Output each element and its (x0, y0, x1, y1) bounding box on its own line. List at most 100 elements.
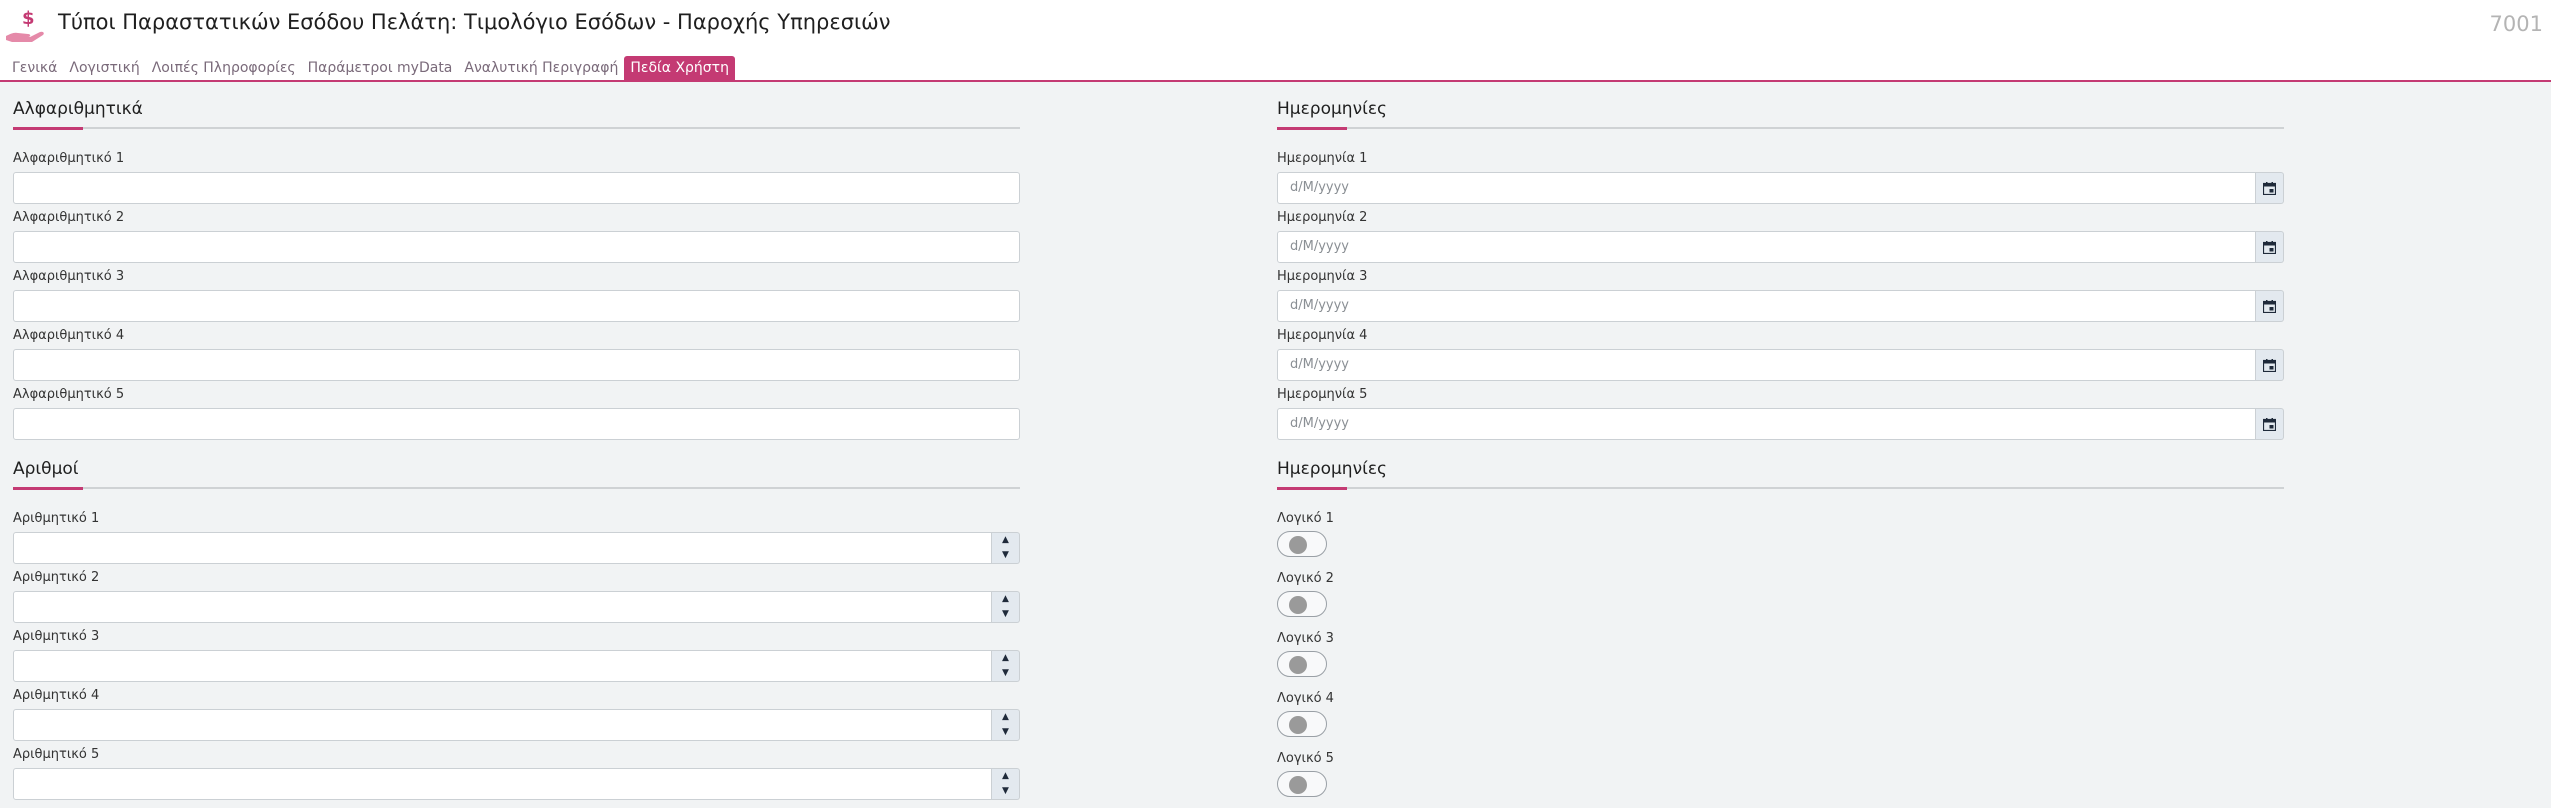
field-label: Λογικό 5 (1277, 751, 1334, 766)
calendar-icon[interactable] (2256, 231, 2284, 263)
tab-accounting[interactable]: Λογιστική (63, 56, 145, 80)
tab-user-fields[interactable]: Πεδία Χρήστη (624, 56, 735, 80)
alpha-section: Αλφαριθμητικά (13, 97, 1020, 130)
field-label: Λογικό 3 (1277, 631, 1334, 646)
spin-up-icon[interactable]: ▲ (992, 533, 1019, 548)
toggle-switch-5[interactable] (1277, 771, 1327, 797)
tab-detailed-description[interactable]: Αναλυτική Περιγραφή (458, 56, 624, 80)
field-label: Αλφαριθμητικό 3 (13, 269, 125, 284)
section-title: Ημερομηνίες (1277, 459, 1387, 479)
toggle-knob (1289, 596, 1307, 614)
field-label: Αριθμητικό 1 (13, 511, 100, 526)
number-field-1: Αριθμητικό 1 ▲ ▼ (13, 510, 1020, 564)
section-divider (13, 487, 1020, 490)
date-field-4: Ημερομηνία 4 d/M/yyyy (1277, 327, 2284, 381)
field-label: Λογικό 1 (1277, 511, 1334, 526)
section-divider (1277, 127, 2284, 130)
field-label: Αριθμητικό 2 (13, 570, 100, 585)
spin-up-icon[interactable]: ▲ (992, 710, 1019, 725)
toggle-knob (1289, 776, 1307, 794)
number-input-2[interactable] (13, 591, 992, 623)
number-spinner: ▲ ▼ (992, 709, 1020, 741)
alpha-field-1: Αλφαριθμητικό 1 (13, 150, 1020, 204)
field-label: Ημερομηνία 2 (1277, 210, 1368, 225)
alpha-input-4[interactable] (13, 349, 1020, 381)
date-field-2: Ημερομηνία 2 d/M/yyyy (1277, 209, 2284, 263)
date-field-5: Ημερομηνία 5 d/M/yyyy (1277, 386, 2284, 440)
tab-general[interactable]: Γενικά (8, 56, 63, 80)
number-spinner: ▲ ▼ (992, 650, 1020, 682)
number-input-1[interactable] (13, 532, 992, 564)
date-input-2[interactable]: d/M/yyyy (1277, 231, 2256, 263)
field-label: Ημερομηνία 1 (1277, 151, 1368, 166)
page-header: $ Τύποι Παραστατικών Εσόδου Πελάτη: Τιμο… (0, 0, 2551, 50)
date-input-4[interactable]: d/M/yyyy (1277, 349, 2256, 381)
field-label: Λογικό 2 (1277, 571, 1334, 586)
toggle-switch-2[interactable] (1277, 591, 1327, 617)
section-title: Ημερομηνίες (1277, 99, 1387, 119)
hand-dollar-icon: $ (4, 6, 48, 44)
section-title: Αλφαριθμητικά (13, 99, 143, 119)
field-label: Αριθμητικό 5 (13, 747, 100, 762)
field-label: Αλφαριθμητικό 5 (13, 387, 125, 402)
number-field-5: Αριθμητικό 5 ▲ ▼ (13, 746, 1020, 800)
date-input-3[interactable]: d/M/yyyy (1277, 290, 2256, 322)
spin-down-icon[interactable]: ▼ (992, 548, 1019, 563)
spin-down-icon[interactable]: ▼ (992, 666, 1019, 681)
alpha-input-1[interactable] (13, 172, 1020, 204)
svg-text:$: $ (22, 8, 35, 29)
spin-up-icon[interactable]: ▲ (992, 769, 1019, 784)
field-label: Αριθμητικό 3 (13, 629, 100, 644)
section-divider (1277, 487, 2284, 490)
bool-field-3: Λογικό 3 (1277, 630, 1334, 677)
alpha-field-4: Αλφαριθμητικό 4 (13, 327, 1020, 381)
alpha-input-2[interactable] (13, 231, 1020, 263)
dates-section: Ημερομηνίες (1277, 97, 2284, 130)
date-input-5[interactable]: d/M/yyyy (1277, 408, 2256, 440)
calendar-icon[interactable] (2256, 349, 2284, 381)
spin-down-icon[interactable]: ▼ (992, 607, 1019, 622)
alpha-input-3[interactable] (13, 290, 1020, 322)
alpha-field-2: Αλφαριθμητικό 2 (13, 209, 1020, 263)
field-label: Αλφαριθμητικό 1 (13, 151, 125, 166)
tab-other-info[interactable]: Λοιπές Πληροφορίες (146, 56, 302, 80)
tab-mydata-params[interactable]: Παράμετροι myData (302, 56, 459, 80)
number-input-5[interactable] (13, 768, 992, 800)
spin-down-icon[interactable]: ▼ (992, 784, 1019, 799)
bool-field-5: Λογικό 5 (1277, 750, 1334, 797)
number-spinner: ▲ ▼ (992, 768, 1020, 800)
number-field-2: Αριθμητικό 2 ▲ ▼ (13, 569, 1020, 623)
toggle-switch-4[interactable] (1277, 711, 1327, 737)
tab-bar: Γενικά Λογιστική Λοιπές Πληροφορίες Παρά… (8, 56, 735, 80)
field-label: Ημερομηνία 4 (1277, 328, 1368, 343)
field-label: Λογικό 4 (1277, 691, 1334, 706)
calendar-icon[interactable] (2256, 290, 2284, 322)
section-title: Αριθμοί (13, 459, 79, 479)
number-input-4[interactable] (13, 709, 992, 741)
page-title: Τύποι Παραστατικών Εσόδου Πελάτη: Τιμολό… (58, 10, 891, 34)
spin-up-icon[interactable]: ▲ (992, 651, 1019, 666)
number-input-3[interactable] (13, 650, 992, 682)
date-field-3: Ημερομηνία 3 d/M/yyyy (1277, 268, 2284, 322)
number-field-4: Αριθμητικό 4 ▲ ▼ (13, 687, 1020, 741)
field-label: Αλφαριθμητικό 2 (13, 210, 125, 225)
spin-down-icon[interactable]: ▼ (992, 725, 1019, 740)
record-id: 7001 (2489, 12, 2543, 36)
toggle-switch-1[interactable] (1277, 531, 1327, 557)
numbers-section: Αριθμοί (13, 457, 1020, 490)
alpha-input-5[interactable] (13, 408, 1020, 440)
toggle-knob (1289, 716, 1307, 734)
bool-field-1: Λογικό 1 (1277, 510, 1334, 557)
calendar-icon[interactable] (2256, 408, 2284, 440)
number-field-3: Αριθμητικό 3 ▲ ▼ (13, 628, 1020, 682)
date-input-1[interactable]: d/M/yyyy (1277, 172, 2256, 204)
field-label: Αριθμητικό 4 (13, 688, 100, 703)
section-divider (13, 127, 1020, 130)
toggle-switch-3[interactable] (1277, 651, 1327, 677)
calendar-icon[interactable] (2256, 172, 2284, 204)
main-content: Αλφαριθμητικά Αλφαριθμητικό 1 Αλφαριθμητ… (0, 82, 2551, 808)
booleans-section: Ημερομηνίες (1277, 457, 2284, 490)
spin-up-icon[interactable]: ▲ (992, 592, 1019, 607)
bool-field-4: Λογικό 4 (1277, 690, 1334, 737)
field-label: Ημερομηνία 3 (1277, 269, 1368, 284)
